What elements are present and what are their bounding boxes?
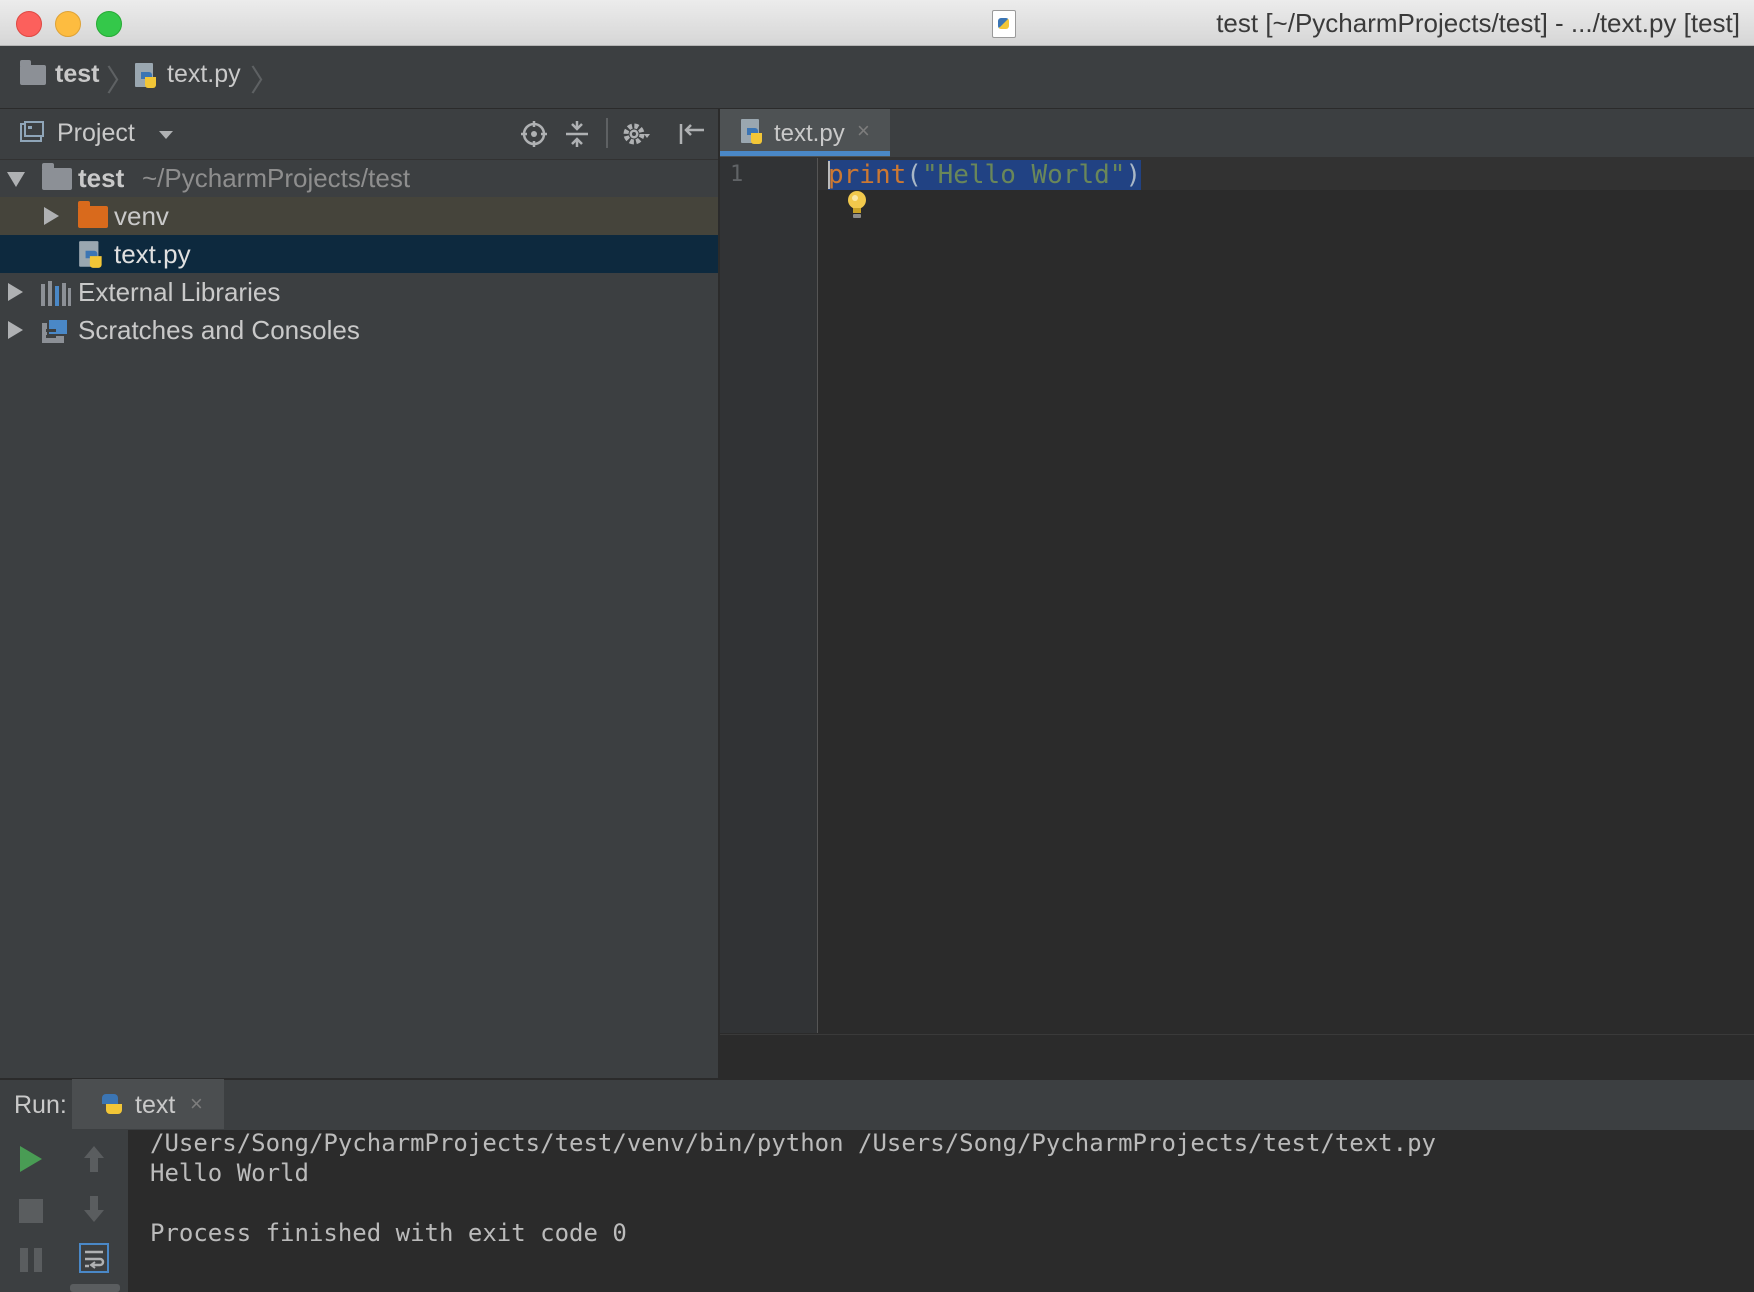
- expand-arrow-icon[interactable]: [8, 321, 23, 339]
- tree-item-venv[interactable]: venv: [114, 201, 169, 232]
- chevron-down-icon[interactable]: [159, 131, 173, 139]
- folder-icon: [20, 60, 46, 85]
- breadcrumb-separator-icon: 〉: [250, 65, 280, 98]
- expand-arrow-icon[interactable]: [44, 207, 59, 225]
- console-line-command: /Users/Song/PycharmProjects/test/venv/bi…: [150, 1129, 1436, 1157]
- text-caret: [828, 161, 830, 189]
- project-view-selector[interactable]: Project: [57, 119, 135, 148]
- code-editor[interactable]: [818, 158, 1754, 1033]
- libraries-icon: [41, 281, 71, 306]
- code-paren-open: (: [906, 160, 922, 190]
- hide-panel-icon[interactable]: [678, 120, 706, 148]
- line-number: 1: [730, 162, 744, 187]
- active-tab-indicator: [720, 151, 890, 156]
- tree-item-external-libraries[interactable]: External Libraries: [78, 277, 280, 308]
- tree-item-scratches[interactable]: Scratches and Consoles: [78, 315, 360, 346]
- tree-item-path: ~/PycharmProjects/test: [142, 163, 411, 193]
- breadcrumb-project[interactable]: test: [55, 60, 99, 89]
- scratches-icon: [42, 318, 69, 343]
- collapse-all-icon[interactable]: [563, 120, 591, 148]
- python-file-icon: [135, 63, 156, 88]
- toolbar-scroll-indicator: [70, 1284, 120, 1292]
- code-string: "Hello World": [921, 160, 1126, 190]
- window-close-button[interactable]: [16, 11, 42, 37]
- console-line-output: Hello World: [150, 1159, 309, 1187]
- run-tab-label[interactable]: text: [135, 1091, 175, 1120]
- tree-item-text-py[interactable]: text.py: [114, 239, 191, 270]
- python-icon: [102, 1094, 122, 1114]
- pause-icon[interactable]: [18, 1246, 44, 1274]
- python-file-icon: [79, 241, 102, 268]
- gear-icon[interactable]: [622, 120, 650, 148]
- window-maximize-button[interactable]: [96, 11, 122, 37]
- breadcrumb-separator-icon: 〉: [106, 65, 136, 98]
- toolbar-divider: [606, 118, 608, 148]
- code-keyword: print: [828, 160, 907, 190]
- code-paren-close: ): [1125, 160, 1142, 190]
- lightbulb-icon[interactable]: [845, 189, 869, 221]
- editor-gutter: [720, 158, 818, 1033]
- project-view-icon: [20, 121, 44, 142]
- soft-wrap-icon[interactable]: [78, 1242, 110, 1274]
- folder-icon: [42, 163, 72, 190]
- stop-icon[interactable]: [18, 1198, 44, 1224]
- editor-tab-label[interactable]: text.py: [774, 120, 845, 148]
- scroll-up-icon[interactable]: [82, 1144, 106, 1174]
- console-line-exit: Process finished with exit code 0: [150, 1219, 627, 1247]
- expand-arrow-icon[interactable]: [7, 172, 25, 187]
- window-title: test [~/PycharmProjects/test] - .../text…: [1216, 8, 1740, 38]
- run-icon[interactable]: [16, 1144, 44, 1174]
- editor-status-area: [720, 1034, 1754, 1079]
- window-minimize-button[interactable]: [55, 11, 81, 37]
- run-panel-title: Run:: [14, 1091, 67, 1119]
- python-document-icon: [992, 10, 1016, 38]
- code-line[interactable]: print("Hello World"): [828, 160, 1142, 190]
- close-icon[interactable]: ×: [190, 1091, 203, 1117]
- locate-file-icon[interactable]: [520, 120, 548, 148]
- tree-item-test[interactable]: test: [78, 163, 124, 194]
- run-panel-header: [0, 1079, 1754, 1130]
- close-icon[interactable]: ×: [857, 118, 870, 144]
- scroll-down-icon[interactable]: [82, 1194, 106, 1224]
- python-file-icon: [741, 119, 762, 144]
- breadcrumb-file[interactable]: text.py: [167, 60, 241, 89]
- tree-row-text-py[interactable]: [0, 235, 718, 273]
- expand-arrow-icon[interactable]: [8, 283, 23, 301]
- folder-excluded-icon: [78, 201, 108, 228]
